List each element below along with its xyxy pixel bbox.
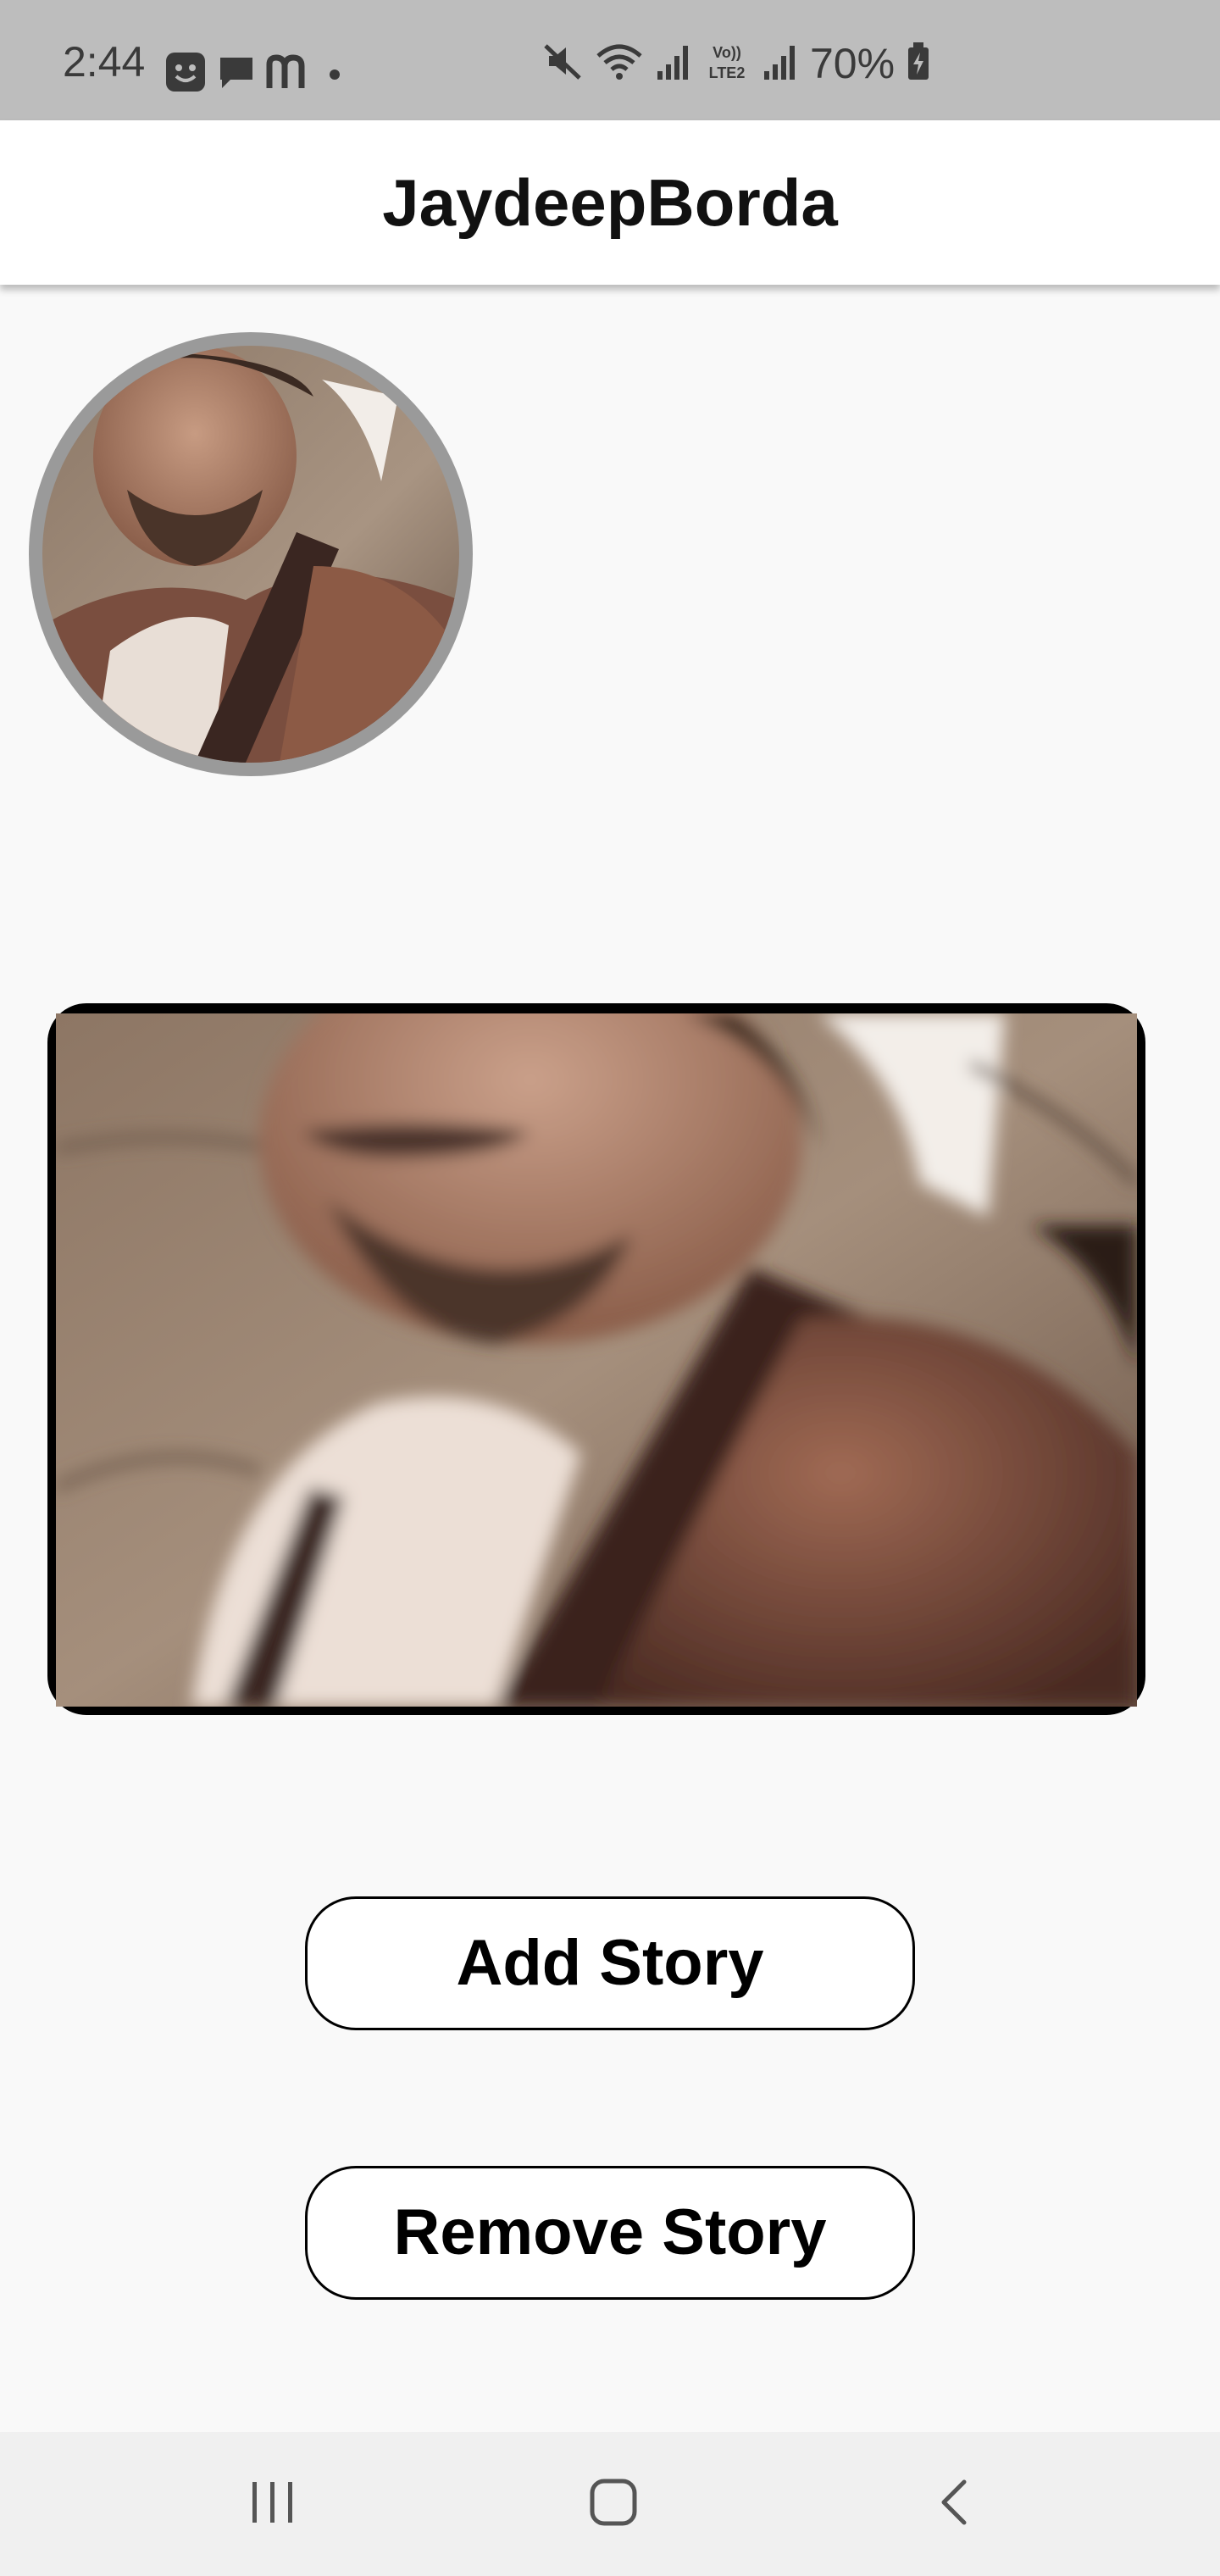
recent-apps-icon (247, 2479, 298, 2530)
app-bar: JaydeepBorda (0, 120, 1220, 285)
chat-bubble-icon (217, 53, 256, 96)
volte-icon: Vo)) LTE2 (703, 41, 751, 86)
face-notification-icon (164, 51, 207, 97)
wifi-icon (595, 41, 644, 86)
status-bar: 2:44 Vo)) LTE2 70% (0, 0, 1220, 120)
m-app-icon (266, 53, 312, 96)
battery-percentage: 70% (810, 39, 896, 87)
back-button[interactable] (869, 2432, 1039, 2576)
story-photo[interactable] (56, 1013, 1137, 1707)
screen: 2:44 Vo)) LTE2 70% JaydeepBorda Add Stor… (0, 0, 1220, 2576)
status-left-icons (164, 51, 347, 97)
page-title: JaydeepBorda (382, 165, 838, 240)
profile-photo (42, 346, 459, 763)
signal-icon (762, 41, 798, 86)
home-icon (588, 2477, 639, 2532)
dot-icon (322, 53, 347, 96)
signal-icon (656, 41, 691, 86)
back-icon (935, 2477, 973, 2532)
avatar[interactable] (29, 332, 473, 776)
status-right: Vo)) LTE2 70% (542, 41, 930, 86)
recent-apps-button[interactable] (188, 2432, 358, 2576)
navigation-bar (0, 2432, 1220, 2576)
mute-icon (542, 41, 583, 86)
battery-charging-icon (907, 41, 930, 86)
remove-story-button[interactable]: Remove Story (305, 2166, 915, 2300)
svg-text:Vo)): Vo)) (713, 44, 741, 61)
status-time: 2:44 (63, 38, 146, 86)
home-button[interactable] (529, 2432, 698, 2576)
add-story-button[interactable]: Add Story (305, 1896, 915, 2030)
svg-text:LTE2: LTE2 (709, 64, 746, 81)
